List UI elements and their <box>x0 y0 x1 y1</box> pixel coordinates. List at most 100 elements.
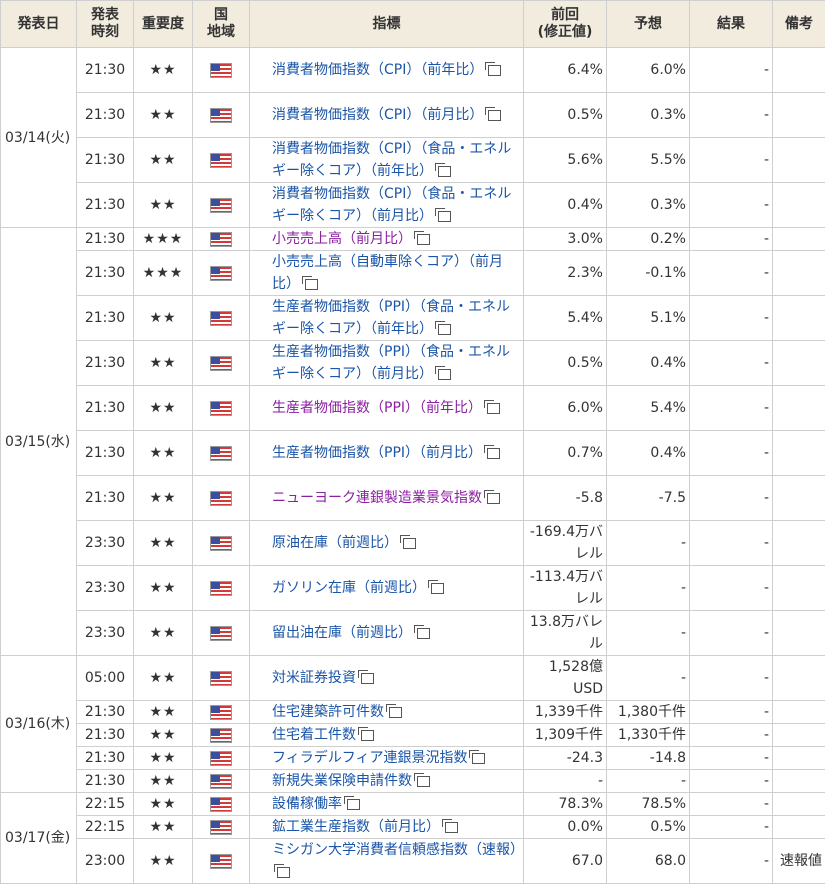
table-row: 21:30 ★★ 生産者物価指数（PPI）（食品・エネルギー除くコア）（前月比） 0.… <box>1 340 825 386</box>
new-window-icon[interactable] <box>414 230 430 245</box>
result-value: - <box>689 430 773 476</box>
new-window-icon[interactable] <box>400 534 416 549</box>
us-flag-icon <box>210 535 232 551</box>
indicator-link[interactable]: 消費者物価指数（CPI）（前月比） <box>272 107 483 123</box>
new-window-icon[interactable] <box>428 579 444 594</box>
indicator-cell: 生産者物価指数（PPI）（食品・エネルギー除くコア）（前年比） <box>249 295 524 341</box>
release-time: 21:30 <box>76 250 134 296</box>
indicator-link[interactable]: 消費者物価指数（CPI）（前年比） <box>272 62 483 78</box>
previous-value: -5.8 <box>523 475 607 521</box>
new-window-icon[interactable] <box>358 726 374 741</box>
note-value <box>772 565 825 611</box>
us-flag-icon <box>210 107 232 123</box>
table-row: 23:00 ★★ ミシガン大学消費者信頼感指数（速報） 67.0 68.0- 速報値 <box>1 838 825 884</box>
new-window-icon[interactable] <box>358 669 374 684</box>
previous-value: 2.3% <box>523 250 607 296</box>
note-value <box>772 769 825 793</box>
new-window-icon[interactable] <box>484 489 500 504</box>
new-window-icon[interactable] <box>435 207 451 222</box>
new-window-icon[interactable] <box>484 399 501 414</box>
note-value <box>772 182 825 228</box>
table-row: 21:30 ★★ 生産者物価指数（PPI）（前年比） 6.0% 5.4% - <box>1 385 825 431</box>
new-window-icon[interactable] <box>485 61 502 76</box>
indicator-link[interactable]: 生産者物価指数（PPI）（食品・エネルギー除くコア）（前年比） <box>272 299 510 337</box>
previous-value: - <box>523 769 607 793</box>
indicator-link[interactable]: ガソリン在庫（前週比） <box>272 580 426 596</box>
new-window-icon[interactable] <box>484 444 501 459</box>
importance-stars: ★★ <box>133 815 193 839</box>
indicator-link[interactable]: 鉱工業生産指数（前月比） <box>272 819 440 835</box>
indicator-link[interactable]: 住宅着工件数 <box>272 727 356 743</box>
indicator-link[interactable]: 消費者物価指数（CPI）（食品・エネルギー除くコア）（前月比） <box>272 186 511 224</box>
new-window-icon[interactable] <box>386 703 402 718</box>
note-value <box>772 430 825 476</box>
release-time: 21:30 <box>76 700 134 724</box>
indicator-link[interactable]: 原油在庫（前週比） <box>272 535 398 551</box>
importance-stars: ★★ <box>133 182 193 228</box>
result-value: - <box>689 769 773 793</box>
new-window-icon[interactable] <box>414 624 430 639</box>
result-value: - <box>689 227 773 251</box>
indicator-link[interactable]: 留出油在庫（前週比） <box>272 625 412 641</box>
indicator-link[interactable]: 小売売上高（前月比） <box>272 231 412 247</box>
indicator-link[interactable]: 住宅建築許可件数 <box>272 704 384 720</box>
indicator-link[interactable]: 消費者物価指数（CPI）（食品・エネルギー除くコア）（前年比） <box>272 141 511 179</box>
previous-value: -24.3 <box>523 746 607 770</box>
indicator-cell: 小売売上高（自動車除くコア）（前月比） <box>249 250 524 296</box>
indicator-cell: ミシガン大学消費者信頼感指数（速報） <box>249 838 524 884</box>
country-cell <box>192 385 250 431</box>
importance-stars: ★★★ <box>133 227 193 251</box>
indicator-link[interactable]: 対米証券投資 <box>272 670 356 686</box>
forecast-value: 1,380千件 <box>606 700 690 724</box>
country-cell <box>192 769 250 793</box>
previous-value: 6.0% <box>523 385 607 431</box>
us-flag-icon <box>210 580 232 596</box>
indicator-cell: フィラデルフィア連銀景況指数 <box>249 746 524 770</box>
indicator-link[interactable]: フィラデルフィア連銀景況指数 <box>272 750 467 766</box>
indicator-link[interactable]: 生産者物価指数（PPI）（前年比） <box>272 400 482 416</box>
result-value: - <box>689 250 773 296</box>
us-flag-icon <box>210 704 232 720</box>
country-cell <box>192 47 250 93</box>
indicator-link[interactable]: 生産者物価指数（PPI）（前月比） <box>272 445 482 461</box>
forecast-value: - <box>606 769 690 793</box>
new-window-icon[interactable] <box>469 749 486 764</box>
new-window-icon[interactable] <box>344 795 360 810</box>
new-window-icon[interactable] <box>274 863 290 878</box>
result-value: - <box>689 340 773 386</box>
new-window-icon[interactable] <box>435 162 451 177</box>
previous-value: 0.5% <box>523 92 607 138</box>
indicator-link[interactable]: ミシガン大学消費者信頼感指数（速報） <box>272 842 524 858</box>
note-value <box>772 815 825 839</box>
release-time: 05:00 <box>76 655 134 701</box>
forecast-value: 0.3% <box>606 182 690 228</box>
indicator-link[interactable]: ニューヨーク連銀製造業景気指数 <box>272 490 482 506</box>
new-window-icon[interactable] <box>435 365 451 380</box>
indicator-link[interactable]: 設備稼働率 <box>272 796 342 812</box>
result-value: - <box>689 92 773 138</box>
indicator-link[interactable]: 新規失業保険申請件数 <box>272 773 412 789</box>
new-window-icon[interactable] <box>414 772 430 787</box>
previous-value: -169.4万バレル <box>523 520 607 566</box>
new-window-icon[interactable] <box>435 320 451 335</box>
previous-value: 1,309千件 <box>523 723 607 747</box>
new-window-icon[interactable] <box>485 106 502 121</box>
new-window-icon[interactable] <box>442 818 458 833</box>
country-cell <box>192 610 250 656</box>
table-row: 21:30 ★★ 生産者物価指数（PPI）（前月比） 0.7% 0.4% - <box>1 430 825 476</box>
note-value: 速報値 <box>772 838 825 884</box>
release-date: 03/17(金) <box>0 792 77 884</box>
note-value <box>772 723 825 747</box>
new-window-icon[interactable] <box>302 275 318 290</box>
importance-stars: ★★ <box>133 655 193 701</box>
release-time: 21:30 <box>76 385 134 431</box>
forecast-value: - <box>606 520 690 566</box>
forecast-value: -14.8 <box>606 746 690 770</box>
indicator-link[interactable]: 生産者物価指数（PPI）（食品・エネルギー除くコア）（前月比） <box>272 344 510 382</box>
country-cell <box>192 520 250 566</box>
importance-stars: ★★ <box>133 610 193 656</box>
country-cell <box>192 655 250 701</box>
table-row: 03/16(木) 05:00 ★★ 対米証券投資 1,528億USD - - <box>0 655 825 793</box>
result-value: - <box>689 565 773 611</box>
table-row: 22:15 ★★ 鉱工業生産指数（前月比） 0.0% 0.5% - <box>1 815 825 839</box>
